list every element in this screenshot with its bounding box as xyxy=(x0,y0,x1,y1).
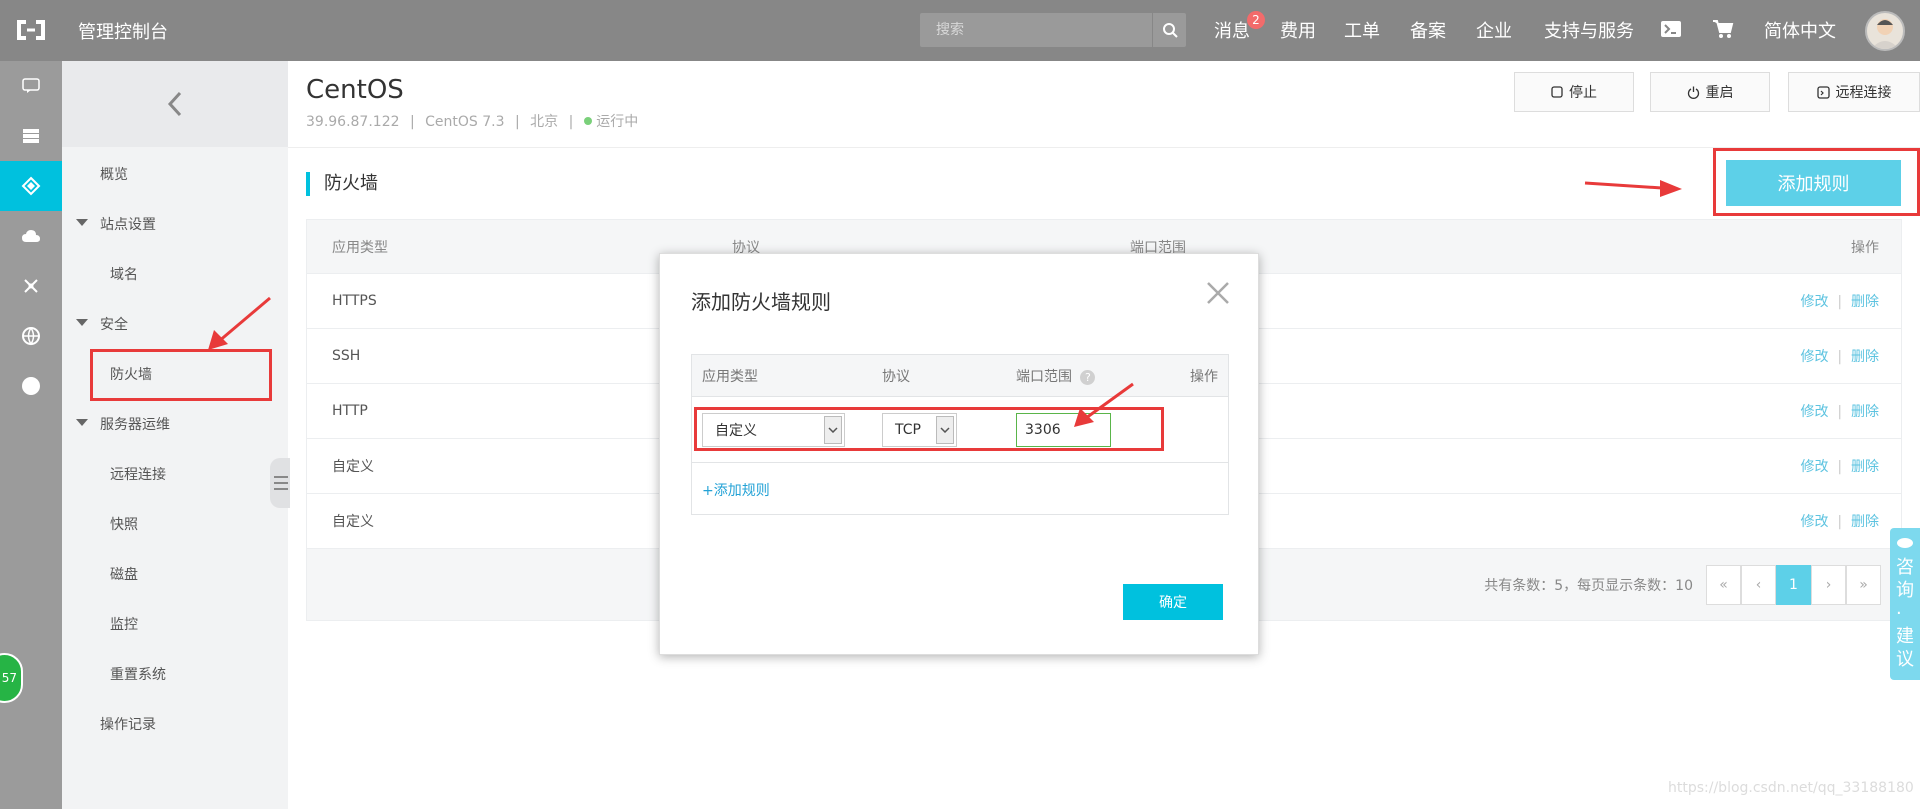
annotation-arrow-icon xyxy=(1074,382,1134,427)
cloud-icon xyxy=(22,230,40,242)
server-icon xyxy=(23,129,39,143)
network-icon xyxy=(24,279,38,293)
search-icon xyxy=(1162,23,1178,38)
annotation-box-firewall xyxy=(90,349,272,401)
rail-server-list[interactable] xyxy=(0,111,62,161)
globe-icon xyxy=(22,327,40,346)
rail-cloud[interactable] xyxy=(0,211,62,261)
close-icon[interactable] xyxy=(1203,278,1233,308)
rail-globe[interactable] xyxy=(0,311,62,361)
nav-icp[interactable]: 备案 xyxy=(1410,17,1446,43)
add-rule-link[interactable]: +添加规则 xyxy=(702,480,770,500)
consult-suggest-tab[interactable]: 咨询·建议 xyxy=(1890,528,1920,680)
nav-messages[interactable]: 消息 xyxy=(1214,17,1250,43)
rail-chat[interactable] xyxy=(0,61,62,111)
cart-icon[interactable] xyxy=(1712,19,1734,39)
headset-icon xyxy=(1897,538,1913,548)
rail-lightweight-server[interactable] xyxy=(0,161,62,211)
console-title[interactable]: 管理控制台 xyxy=(78,18,168,44)
chat-icon xyxy=(22,78,40,93)
search-input[interactable] xyxy=(920,13,1150,47)
dialog-table-header: 应用类型 协议 端口范围 ? 操作 xyxy=(691,354,1229,397)
nav-language[interactable]: 简体中文 xyxy=(1764,17,1836,43)
col-protocol: 协议 xyxy=(882,368,910,385)
layers-icon xyxy=(21,176,41,196)
aliyun-logo-icon[interactable] xyxy=(13,16,49,44)
annotation-arrow-icon xyxy=(208,296,271,350)
search-box[interactable] xyxy=(920,13,1186,47)
col-port-range-label: 端口范围 xyxy=(1016,368,1072,385)
nav-tickets[interactable]: 工单 xyxy=(1344,17,1380,43)
dialog-title: 添加防火墙规则 xyxy=(691,290,831,314)
annotation-arrow-icon xyxy=(1584,180,1682,197)
avatar[interactable] xyxy=(1865,11,1905,51)
terminal-icon[interactable] xyxy=(1660,20,1682,38)
top-bar: 管理控制台 消息 2 费用 工单 备案 企业 支持与服务 简体中文 xyxy=(0,0,1920,61)
search-button[interactable] xyxy=(1152,13,1186,47)
message-badge: 2 xyxy=(1247,11,1265,29)
annotation-box-add-rule xyxy=(1713,148,1920,216)
nav-support[interactable]: 支持与服务 xyxy=(1544,17,1634,43)
add-firewall-rule-dialog: 添加防火墙规则 应用类型 协议 端口范围 ? 操作 自定义 TCP 3306 +… xyxy=(659,253,1259,655)
col-actions: 操作 xyxy=(1190,368,1218,385)
rail-network[interactable] xyxy=(0,261,62,311)
confirm-button[interactable]: 确定 xyxy=(1123,584,1223,620)
user-avatar-icon xyxy=(1871,19,1899,49)
rail-dot[interactable] xyxy=(0,361,62,411)
consult-label: 咨询·建议 xyxy=(1896,557,1914,670)
nav-enterprise[interactable]: 企业 xyxy=(1476,17,1512,43)
nav-billing[interactable]: 费用 xyxy=(1280,17,1316,43)
watermark: https://blog.csdn.net/qq_33188180 xyxy=(1668,780,1914,796)
col-app-type: 应用类型 xyxy=(702,368,758,385)
circle-icon xyxy=(22,377,40,395)
dialog-add-row: +添加规则 xyxy=(691,463,1229,515)
